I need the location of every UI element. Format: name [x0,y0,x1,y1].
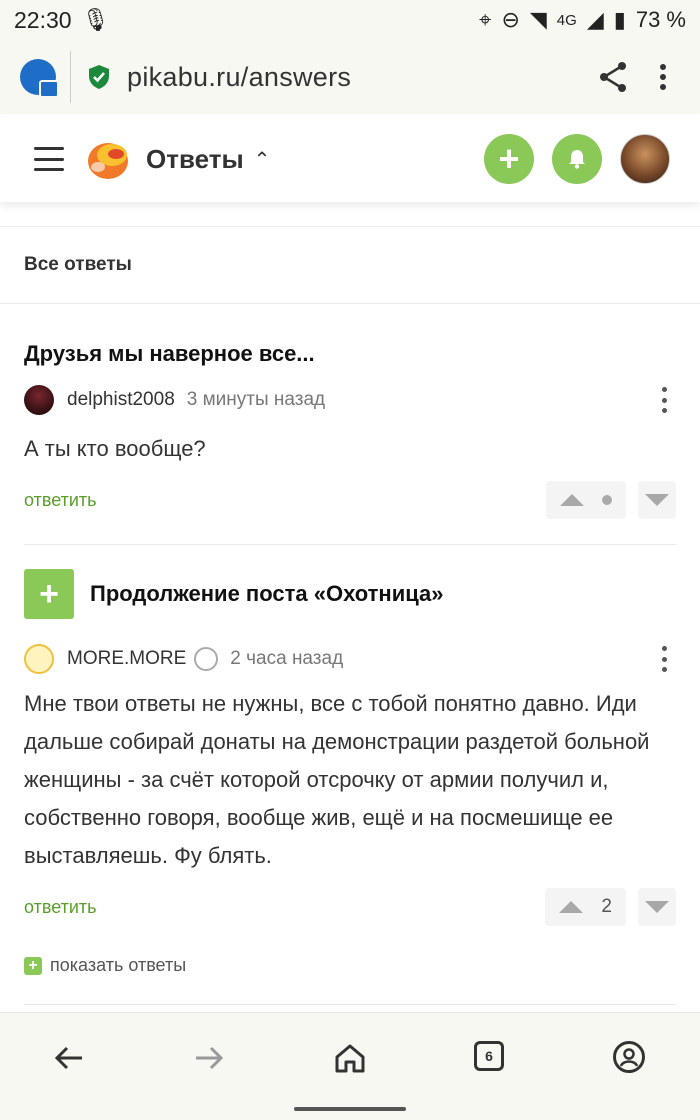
post-title-link[interactable]: Продолжение поста «Охотница» [90,581,444,607]
comment-card: Друзья мы наверное все... delphist2008 3… [0,304,700,520]
rating-count: 2 [601,896,612,917]
menu-icon[interactable] [34,147,64,171]
author-avatar[interactable] [24,385,54,415]
author-name[interactable]: delphist2008 [67,389,175,411]
rating-box: 2 [545,888,626,926]
back-arrow-icon[interactable] [52,1041,86,1075]
comment-meta: MORE.MORE 2 часа назад [24,641,676,677]
bell-icon [569,150,585,169]
plus-icon: + [24,956,42,975]
url-field[interactable]: pikabu.ru/answers [127,62,351,93]
comment-meta: delphist2008 3 минуты назад [24,382,676,418]
comment-text: А ты кто вообще? [24,436,206,461]
comment-menu-icon[interactable] [662,646,668,672]
page-title[interactable]: Ответы [146,144,244,175]
chevron-up-icon[interactable]: ⌃ [254,147,271,172]
divider [24,544,676,545]
location-icon: ⌖ [479,7,492,32]
profile-icon[interactable] [613,1041,645,1073]
notifications-button[interactable] [552,134,602,184]
divider [24,1004,676,1005]
post-title-link[interactable]: Друзья мы наверное все... [24,304,676,376]
browser-bottom-nav: 6 [0,1012,700,1120]
rating-neutral-dot [602,495,612,505]
upvote-icon[interactable] [560,494,584,506]
site-info-icon[interactable] [20,59,59,98]
pikabu-logo[interactable] [86,137,130,181]
add-post-button[interactable]: + [484,134,534,184]
browser-menu-icon[interactable] [660,64,666,90]
mic-icon: 🎙 [81,7,110,32]
section-title: Все ответы [0,226,700,304]
network-type: 4G [556,11,577,29]
rating-box [546,481,626,519]
shield-icon[interactable] [87,64,111,90]
comment-actions: ответить 2 [24,887,676,927]
comment-time[interactable]: 2 часа назад [230,648,343,670]
status-right: ⌖ ⊖ ◥ 4G ◢ ▮ 73 % [479,7,686,33]
tabs-icon[interactable]: 6 [474,1041,504,1071]
downvote-icon [645,901,669,913]
post-header: + Продолжение поста «Охотница» [24,569,676,619]
comment-time[interactable]: 3 минуты назад [187,389,325,411]
browser-address-bar: pikabu.ru/answers [0,40,700,114]
comment-text: Мне твои ответы не нужны, все с тобой по… [24,691,650,868]
downvote-icon [645,494,669,506]
answers-feed: Все ответы Друзья мы наверное все... del… [0,226,700,1005]
author-avatar[interactable] [24,644,54,674]
user-avatar[interactable] [620,134,670,184]
status-bar: 22:30 🎙 ⌖ ⊖ ◥ 4G ◢ ▮ 73 % [0,0,700,40]
comment-card: + Продолжение поста «Охотница» MORE.MORE… [0,569,700,976]
reply-link[interactable]: ответить [24,897,97,918]
divider [70,51,71,103]
home-icon[interactable] [333,1041,367,1075]
forward-arrow-icon[interactable] [192,1041,226,1075]
wifi-icon: ◥ [529,7,547,32]
upvote-icon[interactable] [559,901,584,913]
gesture-bar[interactable] [294,1107,406,1111]
show-replies-button[interactable]: + показать ответы [24,955,676,976]
battery-level: 73 % [635,7,686,32]
comment-menu-icon[interactable] [662,387,668,413]
expand-post-button[interactable]: + [24,569,74,619]
share-icon[interactable] [598,61,628,93]
signal-icon: ◢ [586,7,604,32]
status-time: 22:30 [14,6,72,33]
downvote-button[interactable] [638,888,676,926]
author-name[interactable]: MORE.MORE [67,648,186,670]
comment-actions: ответить [24,480,676,520]
reply-link[interactable]: ответить [24,490,97,511]
show-replies-label[interactable]: показать ответы [50,955,186,976]
downvote-button[interactable] [638,481,676,519]
app-header: Ответы ⌃ + [0,116,700,202]
dnd-icon: ⊖ [501,7,520,32]
battery-icon: ▮ [613,7,626,32]
user-icon [194,647,219,671]
